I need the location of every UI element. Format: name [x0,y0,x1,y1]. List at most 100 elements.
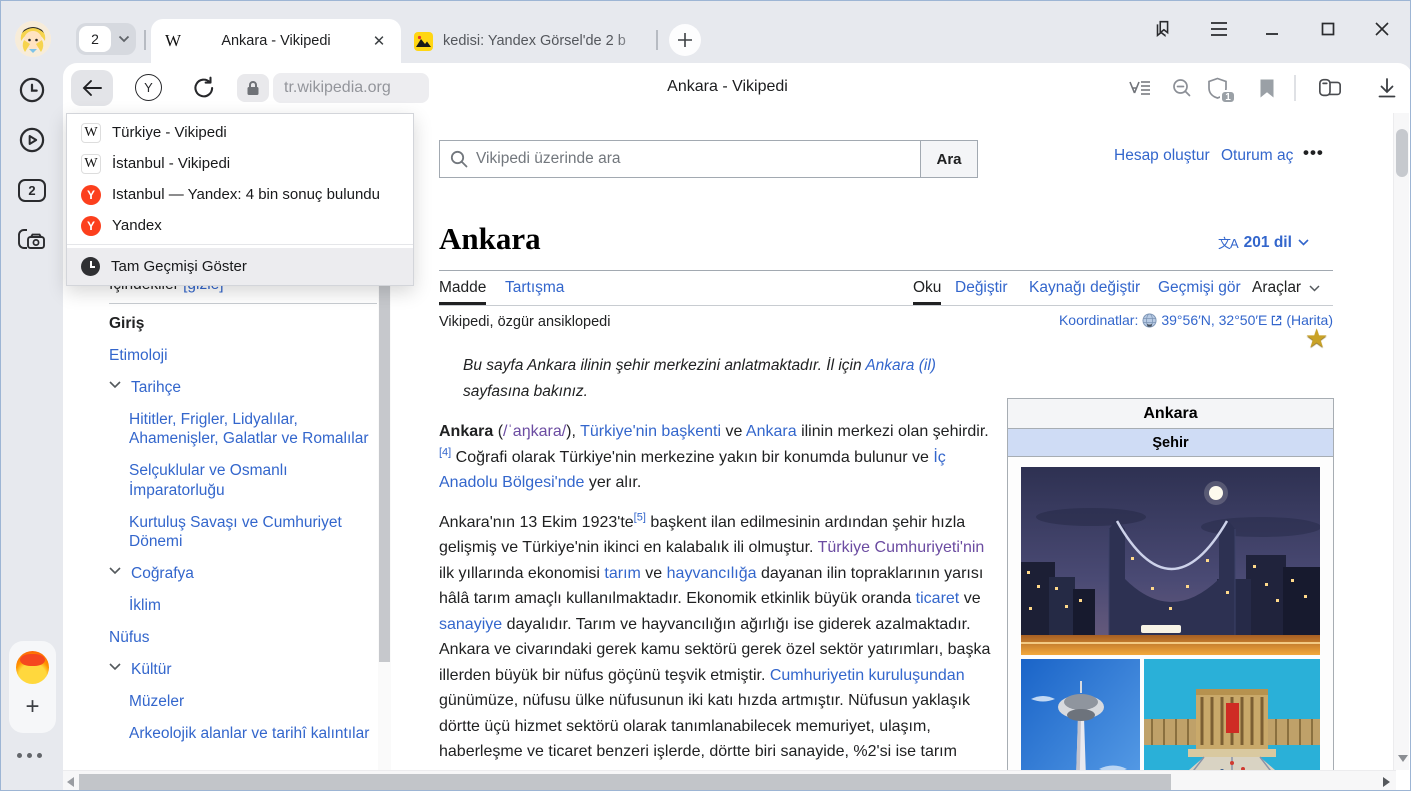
clock-icon [81,257,100,276]
history-item[interactable]: W İstanbul - Vikipedi [67,148,413,179]
wiki-link[interactable]: /ˈaŋkara/ [503,423,566,440]
site-security-chip[interactable] [237,74,269,102]
panels-button[interactable] [1151,17,1175,41]
tab-ankara-vikipedi[interactable]: W Ankara - Vikipedi ✕ [151,19,401,63]
reader-mode-button[interactable] [1128,76,1152,100]
toc-scrollbar-thumb[interactable] [379,273,390,662]
sidebar-more-button[interactable] [17,753,47,758]
ankara-night-skyline-photo[interactable] [1021,467,1320,655]
coordinates-value[interactable]: 39°56′N, 32°50′E [1161,312,1267,328]
account-more-button[interactable]: ••• [1303,143,1324,163]
divider [656,30,658,50]
wiki-link[interactable]: hayvancılığa [667,565,757,582]
tab-degistir[interactable]: Değiştir [955,279,1008,297]
wiki-link[interactable]: Türkiye Cumhuriyeti'nin [818,539,985,556]
zoom-button[interactable] [1170,76,1194,100]
history-item[interactable]: W Türkiye - Vikipedi [67,117,413,148]
reload-button[interactable] [191,75,217,101]
tabs-sidebar-button[interactable]: 2 [17,175,47,205]
tools-dropdown[interactable]: Araçlar [1252,279,1320,297]
toc-item-arkeolojik[interactable]: Arkeolojik alanlar ve tarihî kalıntılar [109,724,377,744]
wiki-link[interactable]: başkenti [661,423,721,440]
toc-item-nufus[interactable]: Nüfus [109,628,377,648]
scroll-left-arrow-icon[interactable] [67,777,74,787]
vertical-scrollbar[interactable] [1393,113,1409,770]
toc-item-tarihce[interactable]: Tarihçe [131,378,377,398]
wiki-link[interactable]: Ankara (il) [865,357,936,374]
login-link[interactable]: Oturum aç [1221,147,1293,165]
horizontal-scrollbar-thumb[interactable] [79,774,1171,790]
screenshot-sidebar-button[interactable] [17,225,47,255]
maximize-button[interactable] [1316,17,1340,41]
tab-counter-pill[interactable]: 2 [76,23,136,55]
toc-scrollbar[interactable] [378,273,391,770]
toc-item-hititler[interactable]: Hititler, Frigler, Lidyalılar, Ahamenişl… [109,410,377,449]
protect-shield-button[interactable]: 1 [1205,76,1229,100]
history-dropdown-menu: W Türkiye - Vikipedi W İstanbul - Vikipe… [66,113,414,286]
language-selector[interactable]: 文A 201 dil [1218,233,1309,252]
new-tab-button[interactable] [669,24,701,56]
avatar-girl-icon [15,21,51,57]
chevron-down-icon[interactable] [109,567,121,575]
wiki-link[interactable]: [4] [439,446,451,458]
toc-item-muzeler[interactable]: Müzeler [109,692,377,712]
table-of-contents: İçindekiler [gizle] Giriş Etimoloji Tari… [109,275,377,756]
toc-item-giris[interactable]: Giriş [109,314,377,334]
wiki-link[interactable]: Ankara [746,423,797,440]
tab-gecmisi-gor[interactable]: Geçmişi gör [1158,279,1241,297]
scroll-right-arrow-icon[interactable] [1383,777,1390,787]
tab-madde[interactable]: Madde [439,279,486,305]
site-tagline: Vikipedi, özgür ansiklopedi [439,314,610,330]
scroll-down-arrow-icon[interactable] [1398,755,1408,762]
wiki-link[interactable]: Türkiye'nin [580,423,657,440]
yandex-start-logo[interactable] [16,651,49,684]
video-sidebar-button[interactable] [17,125,47,155]
chevron-down-icon[interactable] [109,381,121,389]
collections-button[interactable] [1318,76,1342,100]
tab-kaynagi-degistir[interactable]: Kaynağı değiştir [1029,279,1140,297]
toc-item-selcuklular[interactable]: Selçuklular ve Osmanlı İmparatorluğu [109,461,377,500]
wiki-link[interactable]: Cumhuriyetin kuruluşundan [770,667,965,684]
chevron-down-icon[interactable] [109,663,121,671]
wiki-search-input[interactable] [476,150,920,168]
add-service-button[interactable]: + [9,693,56,721]
yandex-favicon: Y [81,185,101,205]
tab-tartisma[interactable]: Tartışma [505,279,564,297]
history-item[interactable]: Y Istanbul — Yandex: 4 bin sonuç bulundu [67,179,413,210]
toc-item-iklim[interactable]: İklim [109,596,377,616]
close-window-button[interactable] [1370,17,1394,41]
featured-article-star-icon[interactable]: ★ [1305,323,1328,354]
downloads-button[interactable] [1375,76,1399,100]
download-icon [1377,77,1397,99]
wiki-link[interactable]: sanayiye [439,616,502,633]
maximize-icon [1320,21,1336,37]
create-account-link[interactable]: Hesap oluştur [1114,147,1210,165]
toc-item-cografya[interactable]: Coğrafya [131,564,377,584]
show-full-history-item[interactable]: Tam Geçmişi Göster [67,248,413,285]
chevron-down-icon[interactable] [111,35,136,43]
wiki-link[interactable]: [5] [634,511,646,523]
minimize-button[interactable] [1260,17,1284,41]
toc-item-kultur[interactable]: Kültür [131,660,377,680]
back-button[interactable] [71,70,113,106]
article-nav-tabs: Madde Tartışma Oku Değiştir Kaynağı deği… [439,276,1333,306]
tab-oku[interactable]: Oku [913,279,941,305]
collections-icon [1318,77,1342,99]
toc-item-kurtulus[interactable]: Kurtuluş Savaşı ve Cumhuriyet Dönemi [109,513,377,552]
address-bar[interactable]: tr.wikipedia.org [273,73,429,103]
history-sidebar-button[interactable] [17,75,47,105]
profile-avatar[interactable] [15,21,51,57]
wiki-search-button[interactable]: Ara [920,140,978,178]
wiki-link[interactable]: ticaret [916,590,960,607]
horizontal-scrollbar[interactable] [63,770,1396,791]
bookmark-button[interactable] [1255,76,1279,100]
menu-button[interactable] [1207,17,1231,41]
history-item[interactable]: Y Yandex [67,210,413,241]
yandex-button[interactable]: Y [135,74,162,101]
divider [1294,75,1296,101]
close-tab-icon[interactable]: ✕ [369,31,389,51]
vertical-scrollbar-thumb[interactable] [1396,129,1408,177]
toc-item-etimoloji[interactable]: Etimoloji [109,346,377,366]
article-title: Ankara [439,221,541,257]
wiki-link[interactable]: tarım [604,565,640,582]
